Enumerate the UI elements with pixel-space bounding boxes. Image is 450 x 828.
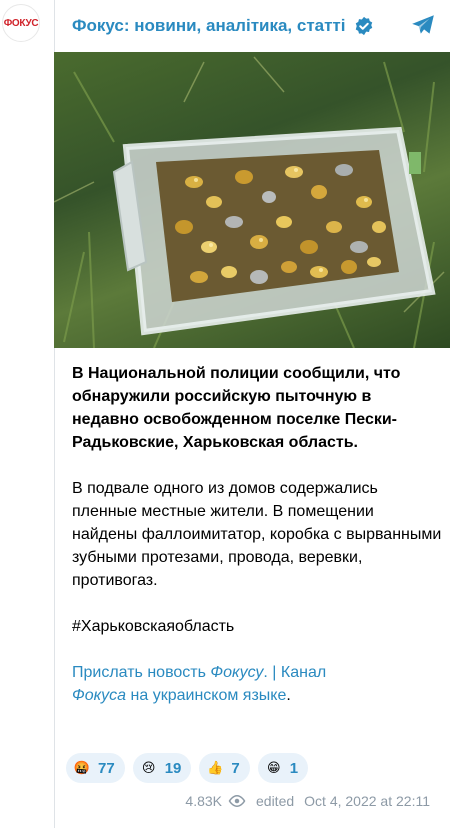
reaction-crying[interactable]: 😢 19 bbox=[132, 753, 192, 783]
send-news-link-italic[interactable]: Фокусу bbox=[210, 664, 263, 681]
channel-avatar[interactable]: ФОКУС bbox=[2, 4, 40, 42]
crying-face-icon: 😢 bbox=[141, 760, 156, 775]
post-text: В Национальной полиции сообщили, что обн… bbox=[72, 362, 442, 707]
thumbs-up-icon: 👍 bbox=[207, 760, 224, 775]
view-count: 4.83K bbox=[185, 793, 222, 809]
reaction-count: 7 bbox=[231, 759, 240, 777]
message-header: Фокус: новини, аналітика, статті bbox=[54, 0, 450, 52]
verified-badge-icon bbox=[355, 16, 372, 36]
reaction-grinning[interactable]: 😁 1 bbox=[257, 753, 309, 783]
avatar-label: ФОКУС bbox=[3, 17, 39, 29]
post-hashtag: #Харьковскаяобласть bbox=[72, 615, 442, 638]
reaction-count: 1 bbox=[289, 759, 299, 777]
hashtag-link[interactable]: #Харьковскаяобласть bbox=[72, 618, 234, 635]
channel-link[interactable]: Канал bbox=[281, 664, 326, 681]
reaction-angry[interactable]: 🤬 77 bbox=[66, 753, 125, 783]
post-paragraph-2: В подвале одного из домов содержались пл… bbox=[72, 480, 442, 589]
telegram-share-icon[interactable] bbox=[410, 12, 436, 38]
message-meta: 4.83K edited Oct 4, 2022 at 22:11 bbox=[185, 793, 430, 809]
reactions-bar: 🤬 77 😢 19 👍 7 😁 1 bbox=[66, 753, 309, 783]
eye-icon bbox=[228, 795, 246, 807]
send-news-link[interactable]: Прислать новость bbox=[72, 664, 210, 681]
grinning-face-icon: 😁 bbox=[266, 760, 281, 775]
channel-link-italic[interactable]: Фокуса bbox=[72, 687, 126, 704]
footer-separator: | bbox=[267, 664, 281, 681]
photo-illustration bbox=[54, 56, 445, 348]
message-timestamp: Oct 4, 2022 at 22:11 bbox=[304, 793, 430, 809]
footer-end: . bbox=[286, 687, 291, 704]
reaction-count: 77 bbox=[98, 759, 115, 777]
channel-link-end[interactable]: на украинском языке bbox=[131, 687, 287, 704]
post-photo[interactable] bbox=[54, 52, 450, 348]
reaction-thumbs-up[interactable]: 👍 7 bbox=[199, 753, 250, 783]
edited-label: edited bbox=[256, 793, 295, 809]
post-paragraph-1: В Национальной полиции сообщили, что обн… bbox=[72, 365, 401, 451]
angry-face-icon: 🤬 bbox=[73, 760, 91, 775]
channel-name[interactable]: Фокус: новини, аналітика, статті bbox=[72, 16, 346, 36]
post-footer: Прислать новость Фокусу. | Канал Фокуса … bbox=[72, 661, 442, 707]
reaction-count: 19 bbox=[164, 759, 182, 777]
